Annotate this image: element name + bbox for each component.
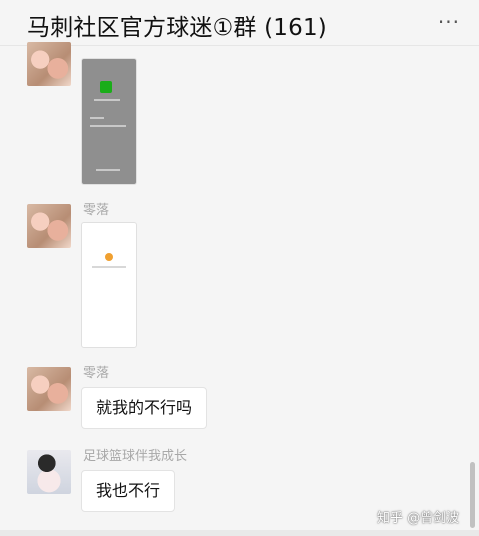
image-line [90, 125, 126, 127]
watermark: 知乎 @曾剑波 [377, 511, 460, 526]
status-dot-icon [105, 253, 113, 261]
scrollbar[interactable] [470, 462, 475, 528]
image-line [96, 169, 120, 171]
message-bubble[interactable]: 就我的不行吗 [81, 387, 208, 429]
image-line [90, 117, 104, 119]
image-message[interactable] [81, 58, 137, 185]
more-options-icon[interactable]: ··· [438, 10, 460, 34]
image-message[interactable] [81, 222, 137, 348]
chat-title: 马刺社区官方球迷①群 (161) [27, 15, 327, 41]
image-line [94, 99, 120, 101]
input-area-edge [0, 530, 479, 536]
user-avatar[interactable] [27, 204, 71, 248]
user-avatar[interactable] [27, 42, 71, 86]
user-avatar[interactable] [27, 450, 71, 494]
message-bubble[interactable]: 我也不行 [81, 470, 176, 512]
user-avatar[interactable] [27, 367, 71, 411]
image-line [92, 266, 126, 268]
sender-name: 足球篮球伴我成长 [83, 449, 188, 464]
chat-header: 马刺社区官方球迷①群 (161) ··· [0, 0, 479, 46]
wechat-app-icon [100, 81, 112, 93]
sender-name: 零落 [83, 366, 110, 381]
sender-name: 零落 [83, 203, 110, 218]
